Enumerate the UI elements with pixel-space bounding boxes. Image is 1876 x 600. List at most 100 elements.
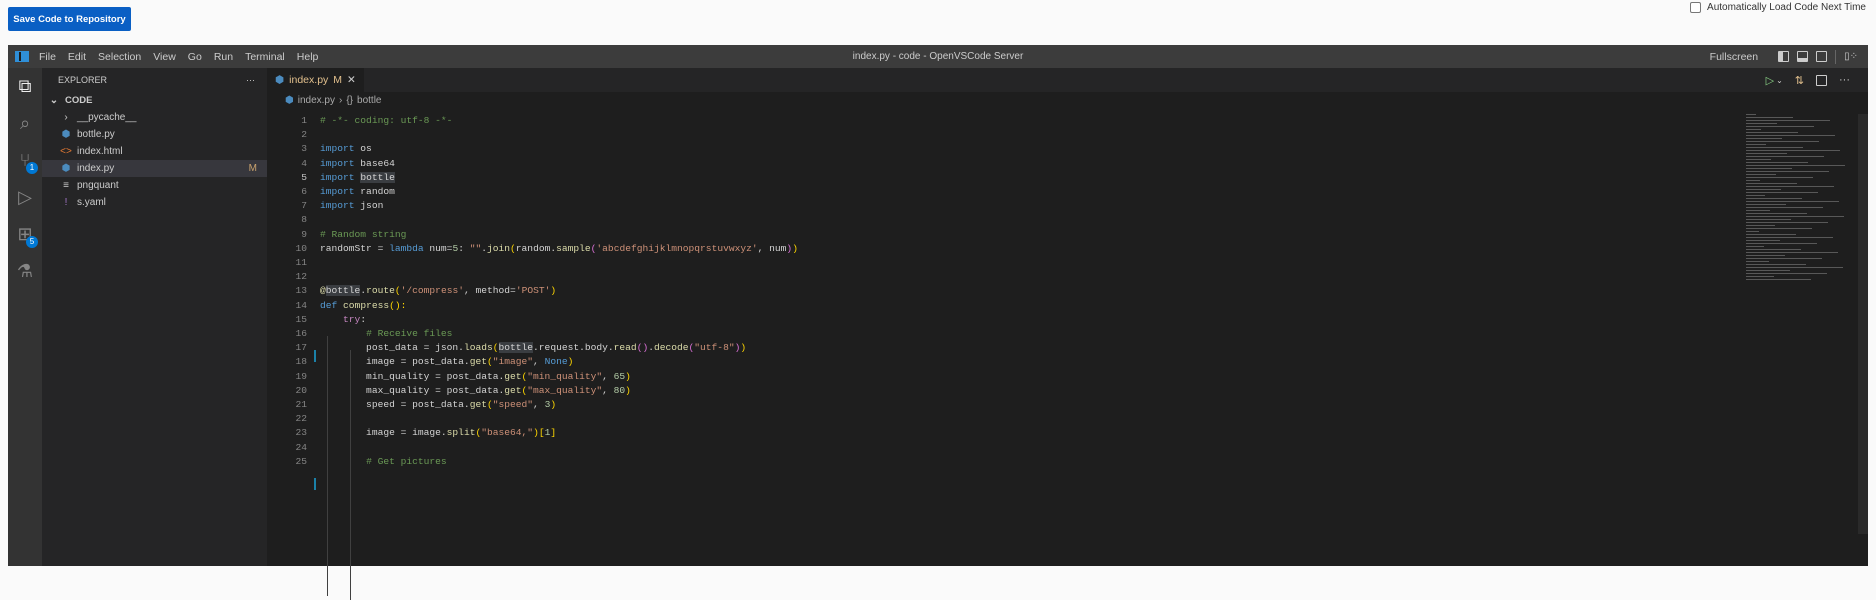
menu-go[interactable]: Go xyxy=(188,51,202,63)
code-line[interactable]: 3 import os xyxy=(267,142,1467,156)
code-line[interactable]: 25 # Get pictures xyxy=(267,455,1467,469)
code-line[interactable]: 14 def compress(): xyxy=(267,299,1467,313)
minimap-line xyxy=(1746,237,1833,238)
minimap-line xyxy=(1746,258,1822,259)
code-line[interactable]: 9 # Random string xyxy=(267,228,1467,242)
explorer-icon[interactable]: ⧉ xyxy=(8,68,42,105)
toggle-sidebar-icon[interactable] xyxy=(1778,51,1790,62)
line-number: 5 xyxy=(301,171,307,183)
more-actions-icon[interactable]: ··· xyxy=(1839,74,1850,86)
split-editor-icon[interactable] xyxy=(1816,74,1827,86)
code-text: post_data = json.loads(bottle.request.bo… xyxy=(320,341,746,355)
code-token: "image" xyxy=(492,356,534,368)
indent-guide xyxy=(350,350,351,600)
vscode-logo-icon[interactable] xyxy=(15,51,29,62)
code-line[interactable]: 12 xyxy=(267,270,1467,284)
line-number: 16 xyxy=(295,328,307,339)
minimap-line xyxy=(1746,189,1781,190)
tree-item-index-html[interactable]: <> index.html xyxy=(42,143,267,160)
code-token: base64 xyxy=(354,157,395,169)
code-token: bottle xyxy=(498,342,534,354)
code-token: ) xyxy=(625,384,631,396)
source-control-icon[interactable]: ⑂ 1 xyxy=(8,142,42,179)
code-line[interactable]: 16 # Receive files xyxy=(267,327,1467,341)
chevron-down-icon[interactable]: ⌄ xyxy=(1776,76,1783,85)
code-token: split xyxy=(446,427,476,439)
code-line[interactable]: 20 max_quality = post_data.get("max_qual… xyxy=(267,384,1467,398)
run-debug-icon[interactable]: ▷ xyxy=(8,179,42,216)
minimap-line xyxy=(1746,159,1771,160)
minimap[interactable] xyxy=(1746,114,1856,284)
code-line[interactable]: 18 image = post_data.get("image", None) xyxy=(267,355,1467,369)
tree-item-pycache[interactable]: › __pycache__ xyxy=(42,109,267,126)
breadcrumb-file[interactable]: index.py xyxy=(298,95,335,106)
code-line[interactable]: 15 try: xyxy=(267,313,1467,327)
code-token: .request.body. xyxy=(533,342,614,354)
menu-run[interactable]: Run xyxy=(214,51,233,63)
line-number: 12 xyxy=(295,271,307,283)
code-line[interactable]: 11 xyxy=(267,256,1467,270)
open-changes-icon[interactable]: ⇅ xyxy=(1795,74,1804,87)
code-line[interactable]: 19 min_quality = post_data.get("min_qual… xyxy=(267,370,1467,384)
code-line[interactable]: 7 import json xyxy=(267,199,1467,213)
auto-load-label: Automatically Load Code Next Time xyxy=(1707,2,1866,13)
tree-item-s-yaml[interactable]: ! s.yaml xyxy=(42,194,267,211)
code-line[interactable]: 17 post_data = json.loads(bottle.request… xyxy=(267,341,1467,355)
more-actions-icon[interactable]: ··· xyxy=(246,75,255,85)
code-line[interactable]: 22 xyxy=(267,412,1467,426)
tree-item-label: bottle.py xyxy=(77,129,115,140)
menu-help[interactable]: Help xyxy=(297,51,319,63)
toggle-panel-icon[interactable] xyxy=(1797,51,1809,62)
minimap-line xyxy=(1746,114,1756,115)
code-token: "max_quality" xyxy=(527,384,603,396)
vertical-scrollbar[interactable] xyxy=(1858,114,1868,534)
folder-code[interactable]: ⌄ CODE xyxy=(42,92,267,109)
menu-file[interactable]: File xyxy=(39,51,56,63)
code-line[interactable]: 1 # -*- coding: utf-8 -*- xyxy=(267,114,1467,128)
code-line[interactable]: 24 xyxy=(267,441,1467,455)
menu-selection[interactable]: Selection xyxy=(98,51,141,63)
code-token: lambda xyxy=(389,242,424,254)
customize-layout-icon[interactable]: ▯⁘ xyxy=(1844,51,1858,62)
minimap-line xyxy=(1746,219,1791,220)
minimap-line xyxy=(1746,144,1766,145)
menu-edit[interactable]: Edit xyxy=(68,51,86,63)
code-line[interactable]: 10 randomStr = lambda num=5: "".join(rand… xyxy=(267,242,1467,256)
menu-terminal[interactable]: Terminal xyxy=(245,51,285,63)
chevron-down-icon: ⌄ xyxy=(49,95,59,106)
minimap-line xyxy=(1746,249,1801,250)
tree-item-label: index.py xyxy=(77,163,115,174)
code-line[interactable]: 23 image = image.split("base64,")[1] xyxy=(267,426,1467,440)
code-text: min_quality = post_data.get("min_quality… xyxy=(320,370,631,384)
checkbox[interactable] xyxy=(1690,2,1702,13)
breadcrumb-symbol[interactable]: bottle xyxy=(357,95,381,106)
auto-load-checkbox[interactable]: Automatically Load Code Next Time xyxy=(1690,2,1866,13)
tree-item-pngquant[interactable]: ≡ pngquant xyxy=(42,177,267,194)
search-icon[interactable]: ⌕ xyxy=(8,105,42,142)
code-token: get xyxy=(469,399,487,410)
code-line[interactable]: 4 import base64 xyxy=(267,157,1467,171)
minimap-line xyxy=(1746,141,1819,142)
code-line[interactable]: 6 import random xyxy=(267,185,1467,199)
tab-index-py[interactable]: ⬢ index.py M ✕ xyxy=(267,68,364,92)
minimap-line xyxy=(1746,156,1824,157)
code-line[interactable]: 21 speed = post_data.get("speed", 3) xyxy=(267,398,1467,412)
menu-view[interactable]: View xyxy=(153,51,176,63)
extensions-icon[interactable]: ⊞ 5 xyxy=(8,216,42,253)
code-line[interactable]: 5 import bottle xyxy=(267,171,1467,185)
toggle-secondary-sidebar-icon[interactable] xyxy=(1816,51,1828,62)
code-line[interactable]: 2 xyxy=(267,128,1467,142)
run-python-icon[interactable]: ▷ xyxy=(1766,74,1774,87)
code-line[interactable]: 8 xyxy=(267,213,1467,227)
close-tab-icon[interactable]: ✕ xyxy=(347,74,356,86)
line-number: 24 xyxy=(295,441,307,453)
tree-item-index-py[interactable]: ⬢ index.py M xyxy=(42,160,267,177)
tree-item-bottle-py[interactable]: ⬢ bottle.py xyxy=(42,126,267,143)
vscode-window: File Edit Selection View Go Run Terminal… xyxy=(8,45,1868,600)
testing-flask-icon[interactable]: ⚗ xyxy=(8,253,42,290)
minimap-line xyxy=(1746,165,1845,166)
minimap-line xyxy=(1746,270,1790,271)
code-line[interactable]: 13 @bottle.route('/compress', method='POS… xyxy=(267,284,1467,298)
fullscreen-button[interactable]: Fullscreen xyxy=(1710,51,1758,63)
save-code-to-repository-button[interactable]: Save Code to Repository xyxy=(8,7,131,31)
